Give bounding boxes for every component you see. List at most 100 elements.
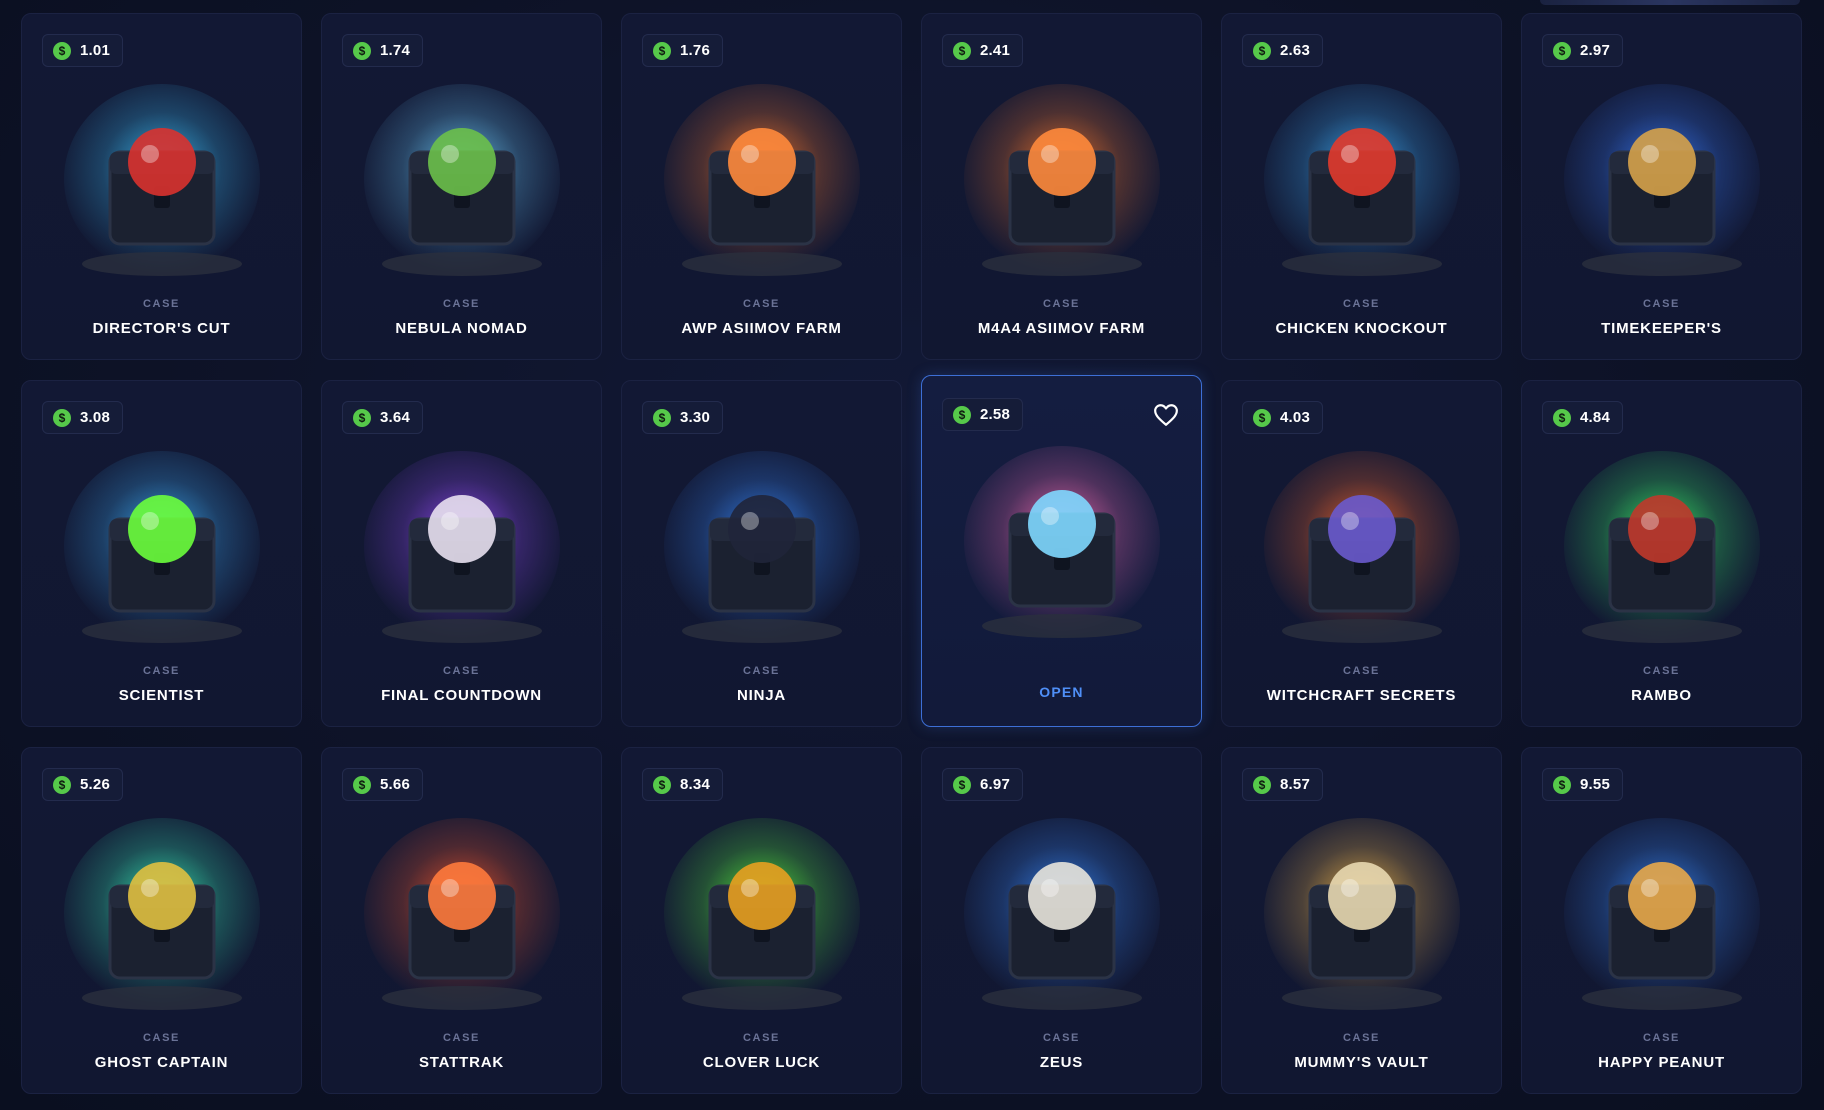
assault-rifle-crate-icon [963, 84, 1160, 276]
case-type-label: CASE [743, 298, 780, 310]
dollar-coin-icon: $ [1553, 41, 1571, 60]
price-value: 5.66 [380, 776, 410, 793]
case-name: WITCHCRAFT SECRETS [1266, 687, 1457, 704]
price-badge: $1.74 [342, 34, 423, 67]
case-card-zeus[interactable]: $6.97 CASE ZEUS [921, 747, 1202, 1094]
case-card-highlighted[interactable]: $2.58 OPEN [921, 375, 1202, 727]
case-card-stattrak[interactable]: $5.66 CASE STATTRAK [321, 747, 602, 1094]
price-value: 6.97 [980, 776, 1010, 793]
dollar-coin-icon: $ [653, 41, 671, 60]
case-name: NINJA [736, 687, 786, 704]
scientist-beaker-icon [63, 451, 260, 643]
dollar-coin-icon: $ [1253, 41, 1271, 60]
leprechaun-pot-icon [663, 818, 860, 1010]
price-badge: $2.63 [1242, 34, 1323, 67]
open-case-button[interactable]: OPEN [922, 684, 1201, 700]
dollar-coin-icon: $ [653, 775, 671, 794]
price-badge: $5.66 [342, 768, 423, 801]
case-name: DIRECTOR'S CUT [92, 320, 231, 337]
film-projector-popcorn-icon [63, 84, 260, 276]
case-name: CHICKEN KNOCKOUT [1275, 320, 1448, 337]
case-name: FINAL COUNTDOWN [381, 687, 542, 704]
price-value: 9.55 [1580, 776, 1610, 793]
price-value: 5.26 [80, 776, 110, 793]
case-card-director-s-cut[interactable]: $1.01 CASE DIRECTOR'S CUT [21, 13, 302, 360]
price-badge: $3.08 [42, 401, 123, 434]
case-grid: $1.01 CASE DIRECTOR'S CUT $1.74 CASE NEBULA N… [21, 13, 1802, 1094]
dollar-coin-icon: $ [653, 408, 671, 427]
case-card-happy-peanut[interactable]: $9.55 CASE HAPPY PEANUT [1521, 747, 1802, 1094]
zeus-lightning-icon [963, 818, 1160, 1010]
dollar-coin-icon: $ [1553, 775, 1571, 794]
dollar-coin-icon: $ [1253, 408, 1271, 427]
price-badge: $5.26 [42, 768, 123, 801]
commando-rifle-icon [1563, 451, 1760, 643]
price-value: 8.34 [680, 776, 710, 793]
case-card-ninja[interactable]: $3.30 CASE NINJA [621, 380, 902, 727]
case-type-label: CASE [443, 665, 480, 677]
mummy-lantern-icon [1263, 818, 1460, 1010]
alien-ufo-icon [363, 84, 560, 276]
case-card-clover-luck[interactable]: $8.34 CASE CLOVER LUCK [621, 747, 902, 1094]
stattrak-rifle-crate-icon [363, 818, 560, 1010]
case-name: SCIENTIST [118, 687, 205, 704]
case-name: TIMEKEEPER'S [1601, 320, 1722, 337]
case-card-witchcraft-secrets[interactable]: $4.03 CASE WITCHCRAFT SECRETS [1221, 380, 1502, 727]
case-type-label: CASE [1643, 298, 1680, 310]
case-name: ZEUS [1039, 1054, 1084, 1071]
price-badge: $4.84 [1542, 401, 1623, 434]
case-card-scientist[interactable]: $3.08 CASE SCIENTIST [21, 380, 302, 727]
case-type-label: CASE [1343, 665, 1380, 677]
price-badge: $2.97 [1542, 34, 1623, 67]
dollar-coin-icon: $ [1553, 408, 1571, 427]
price-badge: $6.97 [942, 768, 1023, 801]
ice-cream-cones-icon [963, 446, 1160, 638]
price-value: 8.57 [1280, 776, 1310, 793]
case-name: CLOVER LUCK [702, 1054, 821, 1071]
witch-crystal-ball-icon [1263, 451, 1460, 643]
price-badge: $8.57 [1242, 768, 1323, 801]
dollar-coin-icon: $ [353, 41, 371, 60]
case-card-final-countdown[interactable]: $3.64 CASE FINAL COUNTDOWN [321, 380, 602, 727]
case-name: RAMBO [1631, 687, 1692, 704]
case-type-label: CASE [443, 1032, 480, 1044]
price-badge: $4.03 [1242, 401, 1323, 434]
case-card-nebula-nomad[interactable]: $1.74 CASE NEBULA NOMAD [321, 13, 602, 360]
price-value: 1.76 [680, 42, 710, 59]
case-card-rambo[interactable]: $4.84 CASE RAMBO [1521, 380, 1802, 727]
dollar-coin-icon: $ [353, 408, 371, 427]
case-name: GHOST CAPTAIN [94, 1054, 229, 1071]
dollar-coin-icon: $ [1253, 775, 1271, 794]
price-value: 4.03 [1280, 409, 1310, 426]
pirate-skeleton-icon [63, 818, 260, 1010]
price-value: 3.30 [680, 409, 710, 426]
price-value: 4.84 [1580, 409, 1610, 426]
dollar-coin-icon: $ [53, 775, 71, 794]
price-badge: $1.01 [42, 34, 123, 67]
case-card-awp-asiimov-farm[interactable]: $1.76 CASE AWP ASIIMOV FARM [621, 13, 902, 360]
ninja-rifle-icon [663, 451, 860, 643]
favorite-heart-icon[interactable] [1153, 403, 1179, 427]
case-type-label: CASE [743, 1032, 780, 1044]
price-value: 2.58 [980, 406, 1010, 423]
price-badge: $2.58 [942, 398, 1023, 431]
case-card-m4a4-asiimov-farm[interactable]: $2.41 CASE M4A4 ASIIMOV FARM [921, 13, 1202, 360]
case-card-timekeeper-s[interactable]: $2.97 CASE TIMEKEEPER'S [1521, 13, 1802, 360]
case-type-label: CASE [1643, 1032, 1680, 1044]
dollar-coin-icon: $ [953, 405, 971, 424]
case-type-label: CASE [1343, 298, 1380, 310]
case-type-label: CASE [1043, 298, 1080, 310]
sniper-rifle-crate-icon [663, 84, 860, 276]
case-card-mummy-s-vault[interactable]: $8.57 CASE MUMMY'S VAULT [1221, 747, 1502, 1094]
case-card-chicken-knockout[interactable]: $2.63 CASE CHICKEN KNOCKOUT [1221, 13, 1502, 360]
price-badge: $3.64 [342, 401, 423, 434]
dollar-coin-icon: $ [953, 41, 971, 60]
boxing-rooster-icon [1263, 84, 1460, 276]
case-catalog-page: $1.01 CASE DIRECTOR'S CUT $1.74 CASE NEBULA N… [0, 0, 1824, 1110]
price-value: 2.97 [1580, 42, 1610, 59]
case-type-label: CASE [1643, 665, 1680, 677]
case-name: STATTRAK [419, 1054, 504, 1071]
dollar-coin-icon: $ [353, 775, 371, 794]
price-badge: $3.30 [642, 401, 723, 434]
case-card-ghost-captain[interactable]: $5.26 CASE GHOST CAPTAIN [21, 747, 302, 1094]
